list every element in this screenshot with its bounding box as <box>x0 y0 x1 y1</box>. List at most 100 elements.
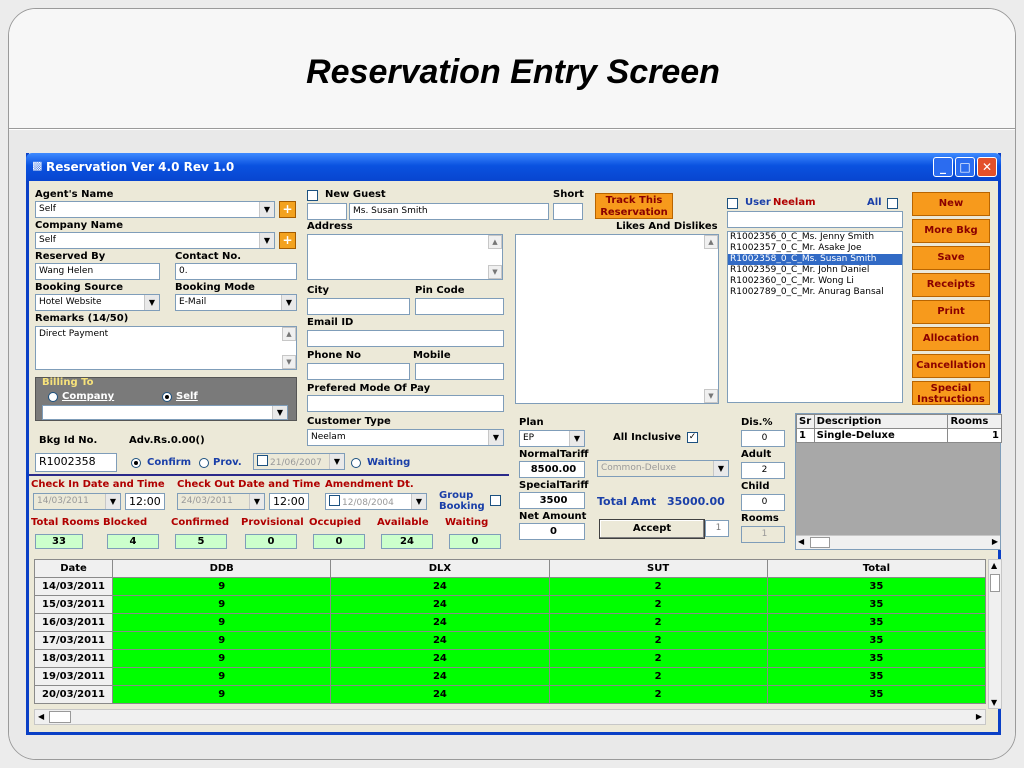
chevron-down-icon[interactable]: ▼ <box>144 295 159 310</box>
chevron-down-icon[interactable]: ▼ <box>329 454 344 469</box>
child-input[interactable]: 0 <box>741 494 785 511</box>
print-button[interactable]: Print <box>912 300 990 324</box>
room-table-scrollbar[interactable]: ◀ ▶ <box>796 535 1000 549</box>
scroll-down-icon[interactable]: ▼ <box>488 265 502 279</box>
scroll-right-icon[interactable]: ▶ <box>976 712 982 721</box>
chevron-down-icon[interactable]: ▼ <box>259 233 274 248</box>
accept-button[interactable]: Accept <box>599 519 705 539</box>
net-amount-input[interactable]: 0 <box>519 523 585 540</box>
likes-dislikes-textarea[interactable]: ▲ ▼ <box>515 234 719 404</box>
checkout-time-input[interactable]: 12:00 <box>269 493 309 510</box>
checkout-date-select[interactable]: 24/03/2011 ▼ <box>177 493 265 510</box>
table-row[interactable]: 19/03/2011 9 24 2 35 <box>33 667 987 686</box>
grid-vertical-scrollbar[interactable]: ▲ ▼ <box>988 559 1002 709</box>
table-row[interactable]: 20/03/2011 9 24 2 35 <box>33 685 987 704</box>
allocation-button[interactable]: Allocation <box>912 327 990 351</box>
special-instructions-button[interactable]: Special Instructions <box>912 381 990 405</box>
mobile-input[interactable] <box>415 363 504 380</box>
maximize-icon[interactable]: □ <box>955 157 975 177</box>
close-icon[interactable]: ✕ <box>977 157 997 177</box>
scroll-thumb[interactable] <box>990 574 1000 592</box>
accept-count-input[interactable]: 1 <box>705 520 729 537</box>
plan-select[interactable]: EP ▼ <box>519 430 585 447</box>
city-input[interactable] <box>307 298 410 315</box>
reservation-list[interactable]: R1002356_0_C_Ms. Jenny Smith R1002357_0_C… <box>727 231 903 403</box>
grid-horizontal-scrollbar[interactable]: ◀ ▶ <box>34 709 986 725</box>
guest-title-input[interactable] <box>307 203 347 220</box>
reservation-list-item[interactable]: R1002358_0_C_Ms. Susan Smith <box>728 254 902 265</box>
table-row[interactable]: 15/03/2011 9 24 2 35 <box>33 595 987 614</box>
prov-date-select[interactable]: 21/06/2007 ▼ <box>253 453 345 470</box>
company-name-select[interactable]: Self ▼ <box>35 232 275 249</box>
scroll-left-icon[interactable]: ◀ <box>38 712 44 721</box>
scroll-left-icon[interactable]: ◀ <box>798 537 804 546</box>
checkin-time-input[interactable]: 12:00 <box>125 493 165 510</box>
scroll-down-icon[interactable]: ▼ <box>991 698 997 707</box>
scroll-thumb[interactable] <box>810 537 830 548</box>
billing-company-radio[interactable] <box>48 392 58 402</box>
scroll-up-icon[interactable]: ▲ <box>704 235 718 249</box>
chevron-down-icon[interactable]: ▼ <box>249 494 264 509</box>
reserved-by-input[interactable]: Wang Helen <box>35 263 160 280</box>
all-inclusive-checkbox[interactable]: ✓ <box>687 432 698 443</box>
scroll-down-icon[interactable]: ▼ <box>282 355 296 369</box>
add-company-button[interactable]: + <box>279 232 296 249</box>
table-row[interactable]: 16/03/2011 9 24 2 35 <box>33 613 987 632</box>
all-checkbox[interactable] <box>887 198 898 209</box>
email-input[interactable] <box>307 330 504 347</box>
group-booking-checkbox[interactable] <box>490 495 501 506</box>
minimize-icon[interactable]: _ <box>933 157 953 177</box>
chevron-down-icon[interactable]: ▼ <box>569 431 584 446</box>
chevron-down-icon[interactable]: ▼ <box>488 430 503 445</box>
adult-input[interactable]: 2 <box>741 462 785 479</box>
short-input[interactable] <box>553 203 583 220</box>
confirm-radio[interactable] <box>131 458 141 468</box>
more-bkg-button[interactable]: More Bkg <box>912 219 990 243</box>
chevron-down-icon[interactable]: ▼ <box>259 202 274 217</box>
cancellation-button[interactable]: Cancellation <box>912 354 990 378</box>
customer-type-select[interactable]: Neelam ▼ <box>307 429 504 446</box>
scroll-up-icon[interactable]: ▲ <box>488 235 502 249</box>
room-type-select[interactable]: Common-Deluxe ▼ <box>597 460 729 477</box>
table-row[interactable]: 17/03/2011 9 24 2 35 <box>33 631 987 650</box>
waiting-radio[interactable] <box>351 458 361 468</box>
checkin-date-select[interactable]: 14/03/2011 ▼ <box>33 493 121 510</box>
special-tariff-input[interactable]: 3500 <box>519 492 585 509</box>
scroll-thumb[interactable] <box>49 711 71 723</box>
billing-self-radio[interactable] <box>162 392 172 402</box>
add-agent-button[interactable]: + <box>279 201 296 218</box>
chevron-down-icon[interactable]: ▼ <box>281 295 296 310</box>
reservation-list-item[interactable]: R1002360_0_C_Mr. Wong Li <box>728 276 902 287</box>
bkg-id-input[interactable]: R1002358 <box>35 453 117 472</box>
reservation-list-item[interactable]: R1002357_0_C_Mr. Asake Joe <box>728 243 902 254</box>
discount-input[interactable]: 0 <box>741 430 785 447</box>
normal-tariff-input[interactable]: 8500.00 <box>519 461 585 478</box>
user-checkbox[interactable] <box>727 198 738 209</box>
address-textarea[interactable]: ▲ ▼ <box>307 234 503 280</box>
new-button[interactable]: New <box>912 192 990 216</box>
chevron-down-icon[interactable]: ▼ <box>105 494 120 509</box>
rooms-input[interactable]: 1 <box>741 526 785 543</box>
scroll-down-icon[interactable]: ▼ <box>704 389 718 403</box>
booking-mode-select[interactable]: E-Mail ▼ <box>175 294 297 311</box>
receipts-button[interactable]: Receipts <box>912 273 990 297</box>
pin-code-input[interactable] <box>415 298 504 315</box>
scroll-right-icon[interactable]: ▶ <box>992 537 998 546</box>
scroll-up-icon[interactable]: ▲ <box>282 327 296 341</box>
prov-radio[interactable] <box>199 458 209 468</box>
scroll-up-icon[interactable]: ▲ <box>991 561 997 570</box>
guest-name-input[interactable]: Ms. Susan Smith <box>349 203 549 220</box>
mode-of-pay-input[interactable] <box>307 395 504 412</box>
chevron-down-icon[interactable]: ▼ <box>411 494 426 509</box>
table-row[interactable]: 18/03/2011 9 24 2 35 <box>33 649 987 668</box>
chevron-down-icon[interactable]: ▼ <box>713 461 728 476</box>
remarks-textarea[interactable]: Direct Payment ▲ ▼ <box>35 326 297 370</box>
room-table-row[interactable]: 1 Single-Deluxe 1 <box>796 428 1002 443</box>
reservation-search-input[interactable] <box>727 211 903 228</box>
reservation-list-item[interactable]: R1002356_0_C_Ms. Jenny Smith <box>728 232 902 243</box>
reservation-list-item[interactable]: R1002359_0_C_Mr. John Daniel <box>728 265 902 276</box>
table-row[interactable]: 14/03/2011 9 24 2 35 <box>33 577 987 596</box>
save-button[interactable]: Save <box>912 246 990 270</box>
billing-select[interactable]: ▼ <box>42 405 288 420</box>
agents-name-select[interactable]: Self ▼ <box>35 201 275 218</box>
